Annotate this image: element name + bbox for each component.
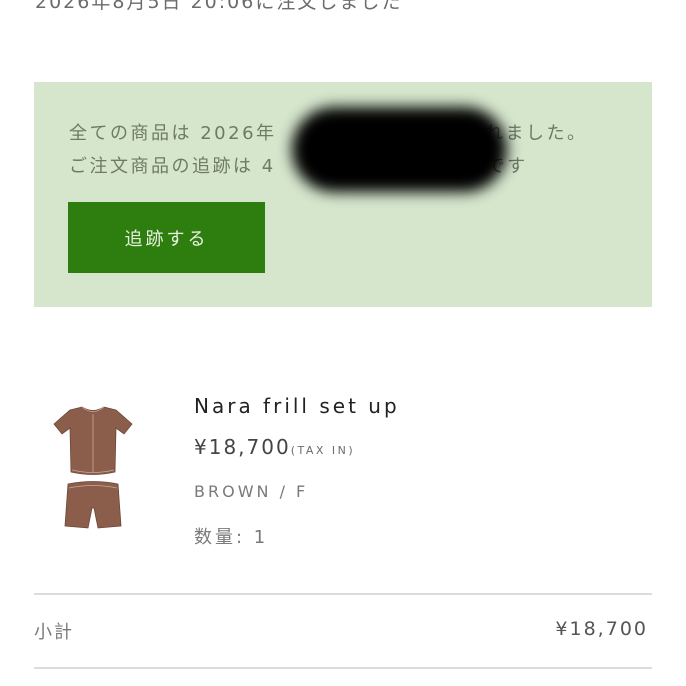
order-date-text: 2026年8月5日 20:06に注文しました (35, 0, 403, 13)
product-price: ¥18,700(TAX IN) (194, 435, 355, 459)
product-garment-image[interactable] (48, 404, 138, 534)
product-price-value: ¥18,700 (194, 435, 291, 459)
product-variant: BROWN / F (194, 482, 309, 501)
product-name[interactable]: Nara frill set up (194, 394, 400, 418)
track-order-button[interactable]: 追跡する (68, 202, 265, 273)
redaction-blur (292, 107, 507, 192)
shipping-notice-box: 全ての商品は 2026年されました。 ご注文商品の追跡は 4可能です 追跡する (34, 82, 652, 307)
subtotal-label: 小計 (34, 622, 74, 643)
subtotal-value: ¥18,700 (555, 618, 648, 640)
notice-line-1-start: 全ての商品は 2026年 (69, 123, 277, 144)
divider (34, 593, 652, 595)
tax-label: (TAX IN) (290, 444, 356, 457)
notice-line-2-start: ご注文商品の追跡は 4 (69, 156, 276, 177)
divider (34, 667, 652, 669)
product-quantity: 数量: 1 (194, 527, 269, 548)
